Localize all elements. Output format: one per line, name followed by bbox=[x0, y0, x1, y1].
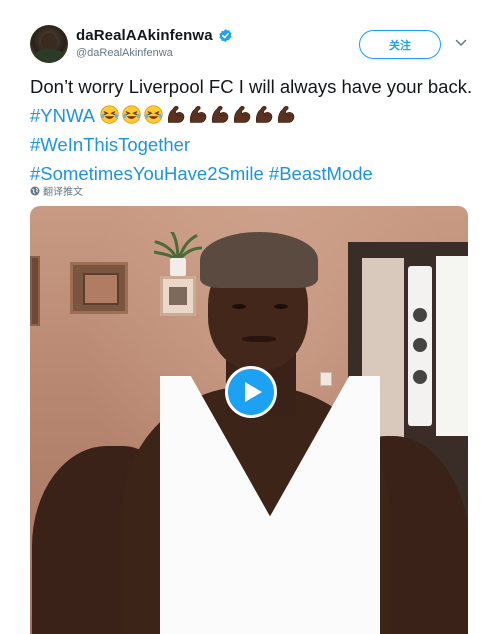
video-person-eye-right bbox=[274, 304, 288, 309]
tweet-card: daRealAAkinfenwa @daRealAkinfenwa 关注 Don… bbox=[0, 0, 500, 634]
video-plant-pot bbox=[170, 258, 186, 276]
video-light-switch bbox=[320, 372, 332, 386]
video-speaker bbox=[408, 266, 432, 426]
verified-badge-icon bbox=[218, 28, 232, 43]
video-shelf-frame bbox=[160, 276, 196, 316]
flexed-biceps-emoji-icon bbox=[256, 106, 273, 123]
video-wall-frame bbox=[30, 256, 40, 326]
avatar-shirt bbox=[34, 49, 64, 63]
emoji-row bbox=[99, 105, 297, 126]
flexed-biceps-emoji-icon bbox=[212, 106, 229, 123]
tweet-text-body: Don’t worry Liverpool FC I will always h… bbox=[30, 76, 473, 97]
author-name-row: daRealAAkinfenwa bbox=[76, 27, 233, 44]
flexed-biceps-emoji-icon bbox=[278, 106, 295, 123]
translate-label: 翻译推文 bbox=[43, 187, 83, 198]
rolling-on-floor-laughing-emoji-icon bbox=[122, 105, 141, 124]
hashtag-sometimes-you-have-2-smile[interactable]: #SometimesYouHave2Smile bbox=[30, 163, 264, 184]
follow-button[interactable]: 关注 bbox=[359, 30, 441, 59]
video-picture-frame bbox=[70, 262, 128, 314]
video-person-eye-left bbox=[232, 304, 246, 309]
avatar[interactable] bbox=[30, 25, 68, 63]
play-button[interactable] bbox=[225, 366, 277, 418]
author-handle[interactable]: @daRealAkinfenwa bbox=[76, 47, 173, 59]
flexed-biceps-emoji-icon bbox=[168, 106, 185, 123]
flexed-biceps-emoji-icon bbox=[190, 106, 207, 123]
video-person-mouth bbox=[242, 336, 276, 342]
globe-icon bbox=[30, 186, 40, 195]
author-display-name[interactable]: daRealAAkinfenwa bbox=[76, 27, 213, 44]
hashtag-beast-mode[interactable]: #BeastMode bbox=[269, 163, 373, 184]
translate-tweet-link[interactable]: 翻译推文 bbox=[30, 183, 83, 198]
tweet-text: Don’t worry Liverpool FC I will always h… bbox=[30, 72, 480, 188]
video-wall-art bbox=[436, 256, 468, 436]
hashtag-we-in-this-together[interactable]: #WeInThisTogether bbox=[30, 134, 190, 155]
hashtag-ynwa[interactable]: #YNWA bbox=[30, 105, 94, 126]
video-person-cap bbox=[200, 232, 318, 288]
rolling-on-floor-laughing-emoji-icon bbox=[100, 105, 119, 124]
rolling-on-floor-laughing-emoji-icon bbox=[144, 105, 163, 124]
video-player[interactable] bbox=[30, 206, 468, 634]
chevron-down-icon[interactable] bbox=[455, 38, 467, 48]
flexed-biceps-emoji-icon bbox=[234, 106, 251, 123]
play-icon bbox=[245, 382, 262, 402]
